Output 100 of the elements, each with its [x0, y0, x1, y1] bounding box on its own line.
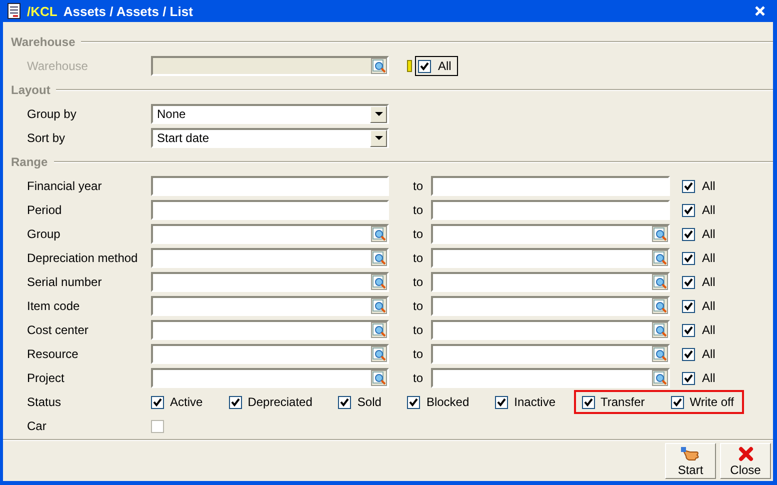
window-title: Assets / Assets / List	[63, 4, 194, 18]
checkbox[interactable]	[682, 324, 695, 336]
lookup-icon[interactable]	[652, 274, 668, 290]
input-field[interactable]	[431, 272, 670, 292]
close-icon[interactable]	[755, 6, 765, 16]
input-field[interactable]	[151, 296, 389, 316]
input-field[interactable]	[151, 176, 389, 196]
field-label: Status	[26, 395, 62, 409]
checkbox-label: All	[702, 179, 716, 193]
field-label: Cost center	[26, 323, 90, 337]
lookup-icon[interactable]	[652, 370, 668, 386]
checkbox[interactable]	[151, 396, 164, 408]
checkbox-label: Write off	[690, 395, 734, 409]
checkbox[interactable]	[682, 204, 695, 216]
checkbox[interactable]	[682, 252, 695, 264]
field-label: Serial number	[26, 275, 103, 289]
range-to-label: to	[412, 251, 424, 265]
lookup-icon[interactable]	[371, 322, 387, 338]
input-field[interactable]	[431, 344, 670, 364]
field-label: Car	[26, 419, 48, 433]
checkbox-label: Transfer	[600, 395, 645, 409]
input-field[interactable]	[431, 296, 670, 316]
checkbox-label: All	[702, 371, 716, 385]
checkbox[interactable]	[682, 300, 695, 312]
checkbox-label: All	[702, 299, 716, 313]
window-path-prefix: /KCL	[27, 4, 58, 18]
lookup-icon[interactable]	[371, 346, 387, 362]
dropdown-arrow-icon	[374, 136, 382, 140]
checkbox-label: Sold	[357, 395, 382, 409]
lookup-icon[interactable]	[371, 370, 387, 386]
range-to-label: to	[412, 227, 424, 241]
dropdown[interactable]: Start date	[151, 128, 389, 148]
lookup-icon[interactable]	[371, 274, 387, 290]
lookup-icon[interactable]	[652, 298, 668, 314]
range-to-label: to	[412, 179, 424, 193]
input-field[interactable]	[151, 224, 389, 244]
range-to-label: to	[412, 371, 424, 385]
checkbox[interactable]	[682, 180, 695, 192]
section-title: Warehouse	[11, 35, 76, 49]
close-icon	[738, 446, 754, 462]
input-field[interactable]	[151, 320, 389, 340]
input-field[interactable]	[151, 344, 389, 364]
lookup-icon[interactable]	[371, 298, 387, 314]
range-to-label: to	[412, 347, 424, 361]
section-title: Range	[11, 155, 48, 169]
checkbox[interactable]	[682, 372, 695, 384]
checkbox-label: All	[438, 59, 452, 73]
checkbox[interactable]	[338, 396, 352, 408]
lookup-icon[interactable]	[371, 226, 387, 242]
field-label: Item code	[26, 299, 81, 313]
checkbox[interactable]	[670, 396, 684, 408]
checkbox-label: Depreciated	[248, 395, 312, 409]
field-label: Period	[26, 203, 63, 217]
checkbox-label: All	[702, 347, 716, 361]
range-to-label: to	[412, 323, 424, 337]
input-field[interactable]	[151, 272, 389, 292]
checkbox[interactable]	[151, 420, 164, 432]
input-field[interactable]	[151, 368, 389, 388]
close-button[interactable]: Close	[720, 443, 771, 479]
input-field[interactable]	[151, 248, 389, 268]
dropdown[interactable]: None	[151, 104, 389, 124]
checkbox-label: All	[702, 275, 716, 289]
section-title: Layout	[11, 83, 50, 97]
checkbox[interactable]	[682, 348, 695, 360]
checkbox[interactable]	[582, 396, 594, 408]
input-field[interactable]	[431, 176, 670, 196]
input-field[interactable]	[431, 368, 670, 388]
field-label: Financial year	[26, 179, 103, 193]
input-field[interactable]	[431, 248, 670, 268]
checkbox[interactable]	[682, 276, 695, 288]
checkbox[interactable]	[682, 228, 695, 240]
lookup-icon[interactable]	[371, 250, 387, 266]
checkbox[interactable]	[495, 396, 508, 408]
input-field[interactable]	[151, 200, 389, 220]
lookup-icon[interactable]	[652, 346, 668, 362]
lookup-icon[interactable]	[652, 226, 668, 242]
checkbox[interactable]	[228, 396, 242, 408]
checkbox-label: Blocked	[426, 395, 470, 409]
dropdown-arrow-icon	[374, 112, 382, 116]
field-label: Sort by	[26, 131, 66, 145]
field-label: Resource	[26, 347, 80, 361]
field-label: Group by	[26, 107, 78, 121]
checkbox-label: Active	[170, 395, 203, 409]
lookup-icon[interactable]	[652, 250, 668, 266]
range-to-label: to	[412, 299, 424, 313]
lookup-icon[interactable]	[652, 322, 668, 338]
range-to-label: to	[412, 203, 424, 217]
input-field[interactable]	[431, 224, 670, 244]
checkbox-label: All	[702, 203, 716, 217]
checkbox[interactable]	[407, 396, 420, 408]
input-field[interactable]	[431, 200, 670, 220]
input-field[interactable]	[431, 320, 670, 340]
notebook-icon	[7, 3, 21, 19]
start-button[interactable]: Start	[665, 443, 716, 479]
checkbox-label: All	[702, 227, 716, 241]
checkbox-label: Inactive	[514, 395, 556, 409]
checkbox-label: All	[702, 251, 716, 265]
field-label: Warehouse	[26, 59, 89, 73]
field-label: Group	[26, 227, 62, 241]
field-label: Depreciation method	[26, 251, 139, 265]
